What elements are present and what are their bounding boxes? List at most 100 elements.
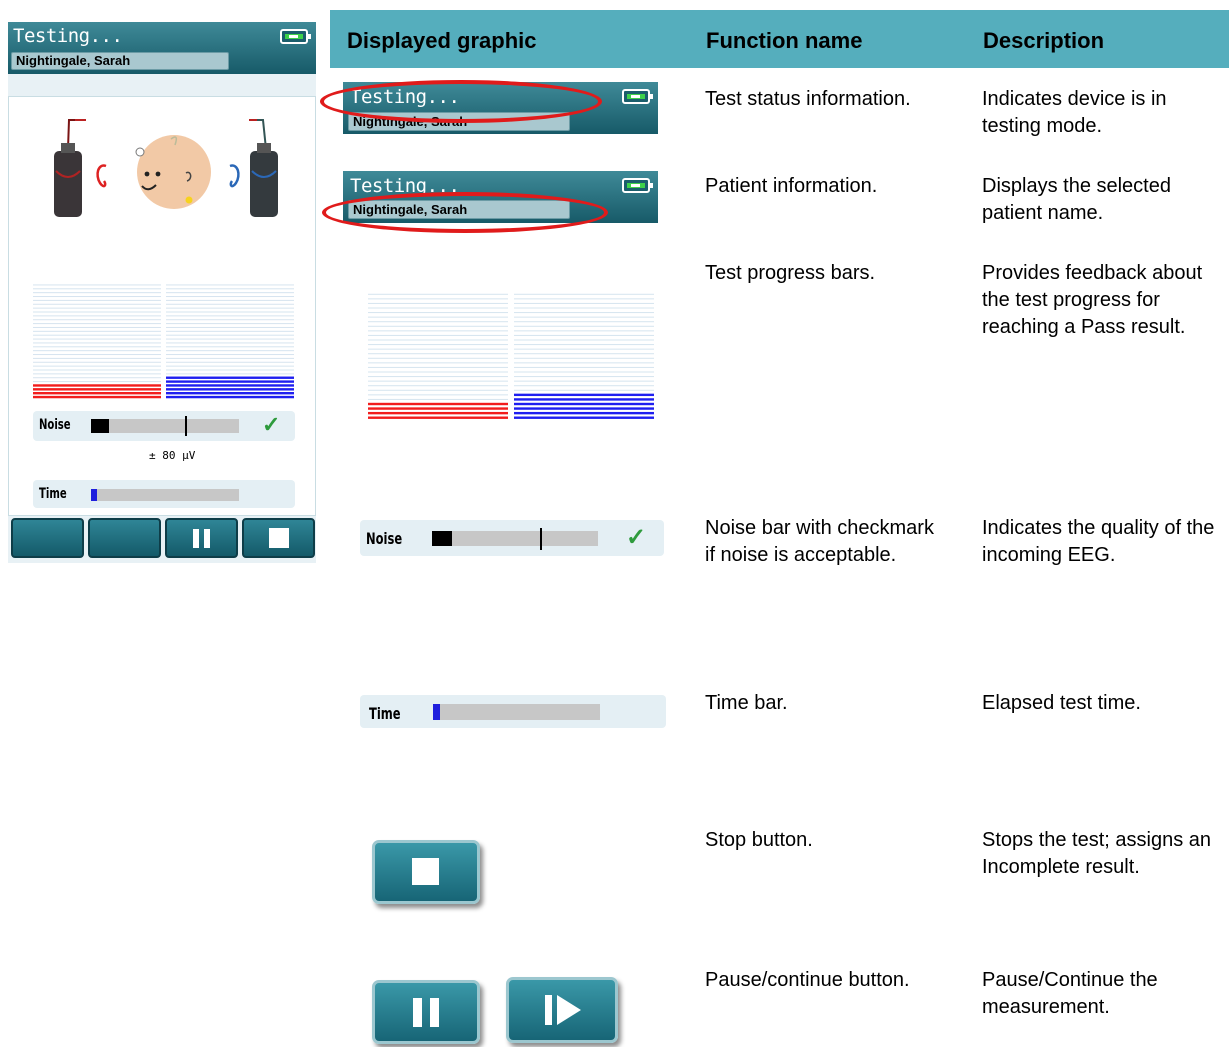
empty-progress-line (368, 312, 508, 314)
description: Elapsed test time. (982, 692, 1141, 714)
time-bar: Time (33, 480, 295, 508)
empty-progress-line (33, 296, 161, 298)
empty-progress-line (33, 292, 161, 294)
empty-progress-line (368, 298, 508, 300)
battery-icon (622, 178, 653, 193)
empty-progress-line (166, 303, 294, 305)
description: Displays the selected patient name. (982, 175, 1171, 224)
pause-icon (413, 998, 439, 1027)
checkmark-icon: ✓ (626, 524, 647, 551)
empty-progress-line (514, 307, 654, 309)
empty-progress-line (368, 380, 508, 382)
right-progress-segment (166, 388, 294, 391)
empty-progress-line (166, 323, 294, 325)
time-label: Time (39, 486, 67, 502)
empty-progress-line (514, 389, 654, 391)
empty-progress-line (166, 354, 294, 356)
empty-progress-line (368, 385, 508, 387)
function-name: Time bar. (705, 692, 788, 714)
empty-progress-line (514, 353, 654, 355)
time-elapsed-fill (91, 489, 97, 501)
empty-progress-line (33, 303, 161, 305)
noise-bar: Noise ✓ (33, 411, 295, 441)
highlight-ellipse (320, 80, 602, 123)
soft-button-2[interactable] (88, 518, 161, 558)
empty-progress-line (514, 385, 654, 387)
pause-button[interactable] (165, 518, 238, 558)
right-progress-segment (166, 395, 294, 399)
empty-progress-line (166, 342, 294, 344)
empty-progress-line (368, 362, 508, 364)
empty-progress-line (33, 288, 161, 290)
empty-progress-line (514, 362, 654, 364)
empty-progress-line (368, 321, 508, 323)
noise-range-label: ± 80 µV (149, 449, 196, 462)
pause-button[interactable] (372, 980, 480, 1044)
noise-track (91, 416, 239, 436)
header-function-name: Function name (706, 28, 863, 53)
empty-progress-line (166, 299, 294, 301)
test-progress-bars (368, 293, 654, 419)
empty-progress-line (368, 344, 508, 346)
empty-progress-line (33, 299, 161, 301)
empty-progress-line (166, 334, 294, 336)
empty-progress-line (368, 357, 508, 359)
left-progress-segment (33, 395, 161, 399)
device-screen: Testing... Nightingale, Sarah Noise ✓ ± … (8, 22, 316, 563)
empty-progress-line (514, 293, 654, 295)
empty-progress-line (33, 381, 161, 383)
continue-button[interactable] (506, 977, 618, 1043)
noise-bar: Noise ✓ (360, 520, 664, 556)
stop-button[interactable] (372, 840, 480, 904)
description: Indicates device is in testing mode. (982, 88, 1167, 137)
empty-progress-line (368, 366, 508, 368)
right-ear-icon (229, 164, 240, 188)
test-panel: Noise ✓ ± 80 µV Time (8, 96, 316, 516)
battery-icon (622, 89, 653, 104)
empty-progress-line (368, 334, 508, 336)
baby-face-icon (54, 119, 278, 217)
empty-progress-line (33, 319, 161, 321)
noise-level-fill (91, 419, 109, 433)
noise-level-fill (432, 531, 452, 546)
status-title: Testing... (13, 25, 123, 47)
empty-progress-line (166, 346, 294, 348)
empty-progress-line (514, 357, 654, 359)
empty-progress-line (166, 357, 294, 359)
noise-label: Noise (366, 529, 403, 548)
empty-progress-line (514, 298, 654, 300)
right-progress-segment (166, 380, 294, 383)
empty-progress-line (514, 312, 654, 314)
empty-progress-line (368, 330, 508, 332)
empty-progress-line (514, 334, 654, 336)
noise-limit-marker (540, 528, 542, 550)
empty-progress-line (514, 344, 654, 346)
empty-progress-line (166, 338, 294, 340)
empty-progress-line (166, 296, 294, 298)
empty-progress-line (368, 302, 508, 304)
time-track (91, 489, 239, 501)
empty-progress-line (166, 311, 294, 313)
soft-button-1[interactable] (11, 518, 84, 558)
empty-progress-line (166, 288, 294, 290)
empty-progress-line (368, 339, 508, 341)
empty-progress-line (33, 338, 161, 340)
left-progress-segment (368, 411, 508, 415)
noise-limit-marker (185, 416, 187, 436)
right-progress-segment (166, 392, 294, 395)
function-name: Pause/continue button. (705, 969, 910, 991)
empty-progress-line (33, 323, 161, 325)
left-progress-segment (368, 407, 508, 410)
empty-progress-line (368, 389, 508, 391)
stop-button[interactable] (242, 518, 315, 558)
left-progress-segment (368, 416, 508, 419)
empty-progress-line (33, 311, 161, 313)
function-name: Noise bar with checkmark if noise is acc… (705, 517, 934, 566)
empty-progress-line (368, 398, 508, 400)
description: Stops the test; assigns an Incomplete re… (982, 829, 1212, 878)
left-progress-segment (33, 384, 161, 387)
play-icon (545, 995, 581, 1025)
empty-progress-line (33, 334, 161, 336)
checkmark-icon: ✓ (262, 412, 281, 437)
empty-progress-line (514, 380, 654, 382)
